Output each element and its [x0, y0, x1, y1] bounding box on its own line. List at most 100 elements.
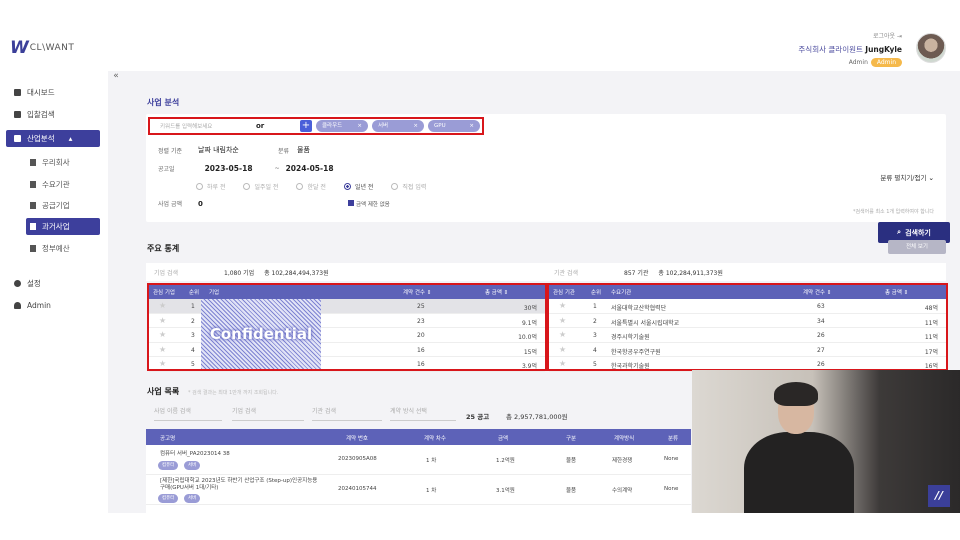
search-icon: ⌕	[897, 228, 902, 236]
period-week[interactable]: 일주일 전	[243, 182, 278, 191]
project-list-table: 공고명 계약 번호 계약 차수 금액 구분 계약방식 분류 컴퓨터 서버_PA2…	[146, 429, 691, 513]
sidebar-item-bid-search[interactable]: 입찰검색	[14, 109, 55, 120]
star-icon[interactable]: ★	[159, 359, 166, 368]
person-icon	[30, 159, 36, 166]
company-summary: 기업 검색 1,080 기업 총 102,284,494,373원	[146, 263, 546, 281]
category-select[interactable]: 물품	[297, 145, 310, 155]
star-icon[interactable]: ★	[159, 330, 166, 339]
amount-row: 사업 금액 0 금액 제한 없음	[158, 199, 390, 208]
contract-method-filter[interactable]: 계약 방식 선택	[390, 406, 456, 421]
list-icon	[30, 245, 36, 252]
sidebar-sub-agencies[interactable]: 수요기관	[30, 179, 70, 190]
table-row[interactable]: [제한]국립대학교 2023년도 하반기 산업구조 (Step-up)인공지능용…	[146, 475, 691, 505]
avatar[interactable]	[916, 33, 946, 63]
date-row: 공고일 2023-05-18 ~ 2024-05-18	[158, 164, 334, 173]
page-title: 사업 분석	[147, 98, 180, 107]
collapse-sidebar-button[interactable]: «	[108, 71, 124, 85]
chevron-down-icon: ⌄	[928, 174, 934, 182]
operator-select[interactable]: or	[256, 122, 296, 130]
logo[interactable]: W CL\WANT	[10, 38, 74, 58]
search-hint: *검색어를 최소 1개 입력하여야 합니다	[852, 209, 934, 215]
add-keyword-button[interactable]: +	[300, 120, 312, 132]
sidebar-sub-budget[interactable]: 정부예산	[30, 243, 70, 254]
agency-rows: ★ 1 서울대학교산학협력단 63 48억 ★ 2 서울특별시 서울시립대학교 34 11억 ★ 3 경…	[549, 299, 946, 372]
keyword-chip[interactable]: GPU ×	[428, 120, 480, 132]
period-day[interactable]: 하루 전	[196, 182, 225, 191]
sidebar-item-settings[interactable]: 설정	[14, 278, 41, 289]
keyword-input[interactable]: 키워드를 입력해보세요	[160, 122, 252, 130]
close-icon[interactable]: ×	[413, 120, 418, 132]
table-header: 공고명 계약 번호 계약 차수 금액 구분 계약방식 분류	[146, 429, 691, 445]
star-icon[interactable]: ★	[559, 301, 566, 310]
building-icon	[30, 202, 36, 209]
toggle-category-button[interactable]: 분류 펼치기/접기 ⌄	[880, 172, 934, 182]
document-icon	[14, 111, 21, 118]
logout-link[interactable]: 로그아웃 ⇥	[798, 31, 902, 40]
row-tag: 컴퓨터	[158, 494, 179, 503]
sort-row: 정렬 기준 날짜 내림차순 분류 물품	[158, 145, 310, 155]
checkbox-checked-icon	[348, 199, 354, 206]
star-icon[interactable]: ★	[159, 316, 166, 325]
date-from-input[interactable]: 2023-05-18	[205, 164, 269, 173]
user-icon	[14, 302, 21, 309]
user-name: JungKyle	[865, 45, 902, 54]
star-icon[interactable]: ★	[559, 345, 566, 354]
institution-icon	[30, 181, 36, 188]
gear-icon	[14, 280, 21, 287]
table-row[interactable]: ★ 3 경주시학기술원 26 11억	[549, 328, 946, 343]
date-to-input[interactable]: 2024-05-18	[286, 164, 334, 173]
period-month[interactable]: 한달 전	[296, 182, 326, 191]
row-tag: 서버	[184, 494, 201, 503]
star-icon[interactable]: ★	[159, 345, 166, 354]
dashboard-icon	[14, 89, 21, 96]
project-name-filter[interactable]: 사업 이름 검색	[154, 406, 222, 421]
table-row[interactable]: ★ 2 서울특별시 서울시립대학교 34 11억	[549, 314, 946, 328]
sidebar-item-dashboard[interactable]: 대시보드	[14, 87, 55, 98]
table-header: 관심 기업 순위 기업 계약 건수 ⇕ 총 금액 ⇕	[149, 285, 545, 299]
keyword-chip[interactable]: 서버 ×	[372, 120, 424, 132]
confidential-mask: Confidential	[201, 299, 321, 369]
user-role: Admin Admin	[798, 58, 902, 67]
row-tag: 컴퓨터	[158, 461, 179, 470]
logout-icon: ⇥	[896, 33, 902, 40]
result-total: 총 2,957,781,000원	[506, 413, 568, 421]
sidebar-sub-suppliers[interactable]: 공급기업	[30, 200, 70, 211]
app-frame: W CL\WANT 로그아웃 ⇥ 주식회사 클라이원트 JungKyle Adm…	[0, 27, 960, 513]
agency-stats-table: 관심 기관 순위 수요기관 계약 건수 ⇕ 총 금액 ⇕ ★ 1 서울대학교산학협력…	[547, 283, 948, 372]
sidebar-item-industry-analysis[interactable]: 산업분석 ▴	[6, 130, 100, 147]
close-icon[interactable]: ×	[357, 120, 362, 132]
star-icon[interactable]: ★	[559, 316, 566, 325]
star-icon[interactable]: ★	[559, 330, 566, 339]
table-row[interactable]: ★ 4 한국항공우주연구원 27 17억	[549, 343, 946, 357]
sidebar-sub-my-company[interactable]: 우리회사	[30, 157, 70, 168]
period-custom[interactable]: 직접 입력	[391, 182, 426, 191]
close-icon[interactable]: ×	[469, 120, 474, 132]
star-icon[interactable]: ★	[159, 301, 166, 310]
sidebar-sub-past-projects[interactable]: 과거사업	[26, 218, 100, 235]
sort-select[interactable]: 날짜 내림차순	[198, 145, 278, 155]
view-all-button[interactable]: 전체 보기	[888, 240, 946, 254]
no-limit-checkbox[interactable]: 금액 제한 없음	[348, 199, 390, 208]
period-year[interactable]: 일년 전	[343, 182, 373, 191]
agency-summary: 기관 검색 857 기관 총 102,284,911,373원	[546, 263, 946, 281]
table-header: 관심 기관 순위 수요기관 계약 건수 ⇕ 총 금액 ⇕	[549, 285, 946, 299]
agency-filter[interactable]: 기관 검색	[312, 406, 382, 421]
table-row[interactable]: ★ 1 서울대학교산학협력단 63 48억	[549, 299, 946, 314]
search-panel: 키워드를 입력해보세요 or + 클라우드 × 서버 × GPU × 정렬 기준 날짜…	[146, 114, 946, 222]
logo-text: CL\WANT	[29, 43, 75, 53]
list-hint: * 검색 결과는 최대 1만개 까지 조회됩니다.	[188, 390, 279, 396]
admin-badge: Admin	[870, 58, 902, 67]
table-row[interactable]: 컴퓨터 서버_PA2023014 38 컴퓨터 서버 20230905A08 1…	[146, 445, 691, 475]
top-header: W CL\WANT 로그아웃 ⇥ 주식회사 클라이원트 JungKyle Adm…	[0, 27, 960, 71]
sidebar-item-admin[interactable]: Admin	[14, 301, 51, 310]
period-radios: 하루 전 일주일 전 한달 전 일년 전 직접 입력	[196, 182, 444, 191]
keyword-chip[interactable]: 클라우드 ×	[316, 120, 368, 132]
user-info: 로그아웃 ⇥ 주식회사 클라이원트 JungKyle Admin Admin	[798, 31, 902, 67]
presenter-video: //	[692, 370, 960, 513]
list-title: 사업 목록	[147, 387, 180, 396]
chart-icon	[14, 135, 21, 142]
keyword-row: 키워드를 입력해보세요 or + 클라우드 × 서버 × GPU ×	[148, 117, 484, 135]
amount-input[interactable]: 0	[198, 200, 348, 208]
company-filter[interactable]: 기업 검색	[232, 406, 304, 421]
star-icon[interactable]: ★	[559, 359, 566, 368]
